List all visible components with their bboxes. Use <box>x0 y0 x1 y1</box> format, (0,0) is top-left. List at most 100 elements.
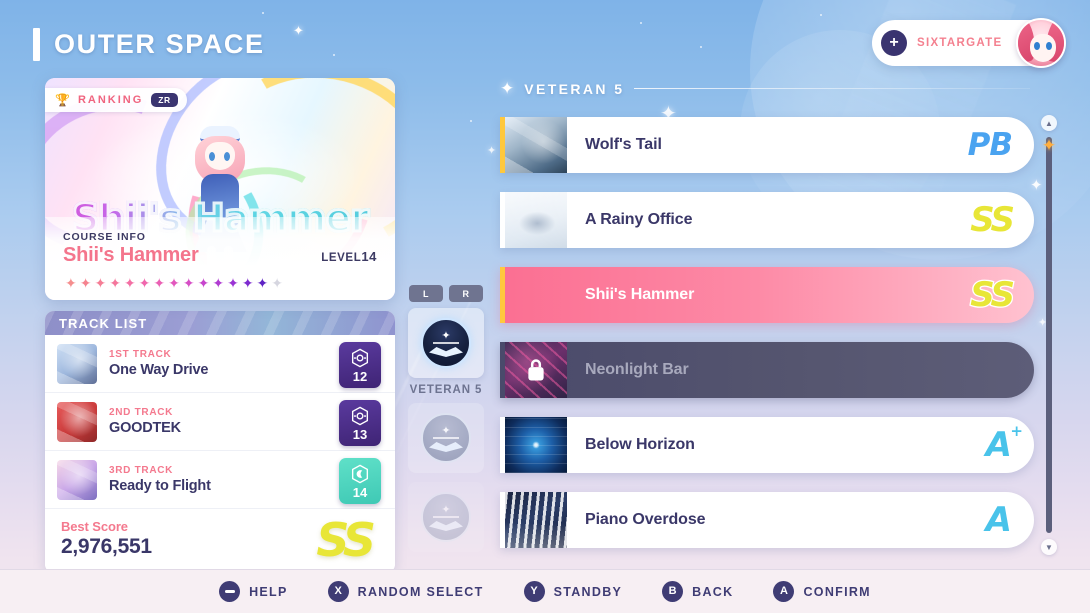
shoulder-button-l[interactable]: L <box>409 285 443 302</box>
bottom-action-label: RANDOM SELECT <box>357 584 484 599</box>
star-filled: ✦ <box>79 275 92 291</box>
tier-item-active[interactable]: ✦ <box>408 308 484 378</box>
minus-button-icon[interactable] <box>219 581 241 602</box>
sparkle-icon: ✦ <box>500 79 515 98</box>
chevron-up-icon[interactable]: ▲ <box>1041 115 1057 131</box>
page-title-text: OUTER SPACE <box>54 29 265 59</box>
tier-active-name: VETERAN 5 <box>409 384 483 396</box>
track-row[interactable]: 3RD TRACK Ready to Flight 14 <box>45 451 395 509</box>
course-level-label: LEVEL <box>321 252 362 264</box>
star-filled: ✦ <box>197 275 210 291</box>
bottom-action-label: BACK <box>692 584 734 599</box>
course-name: Shii's Hammer <box>63 244 199 266</box>
track-level-value: 13 <box>352 427 368 442</box>
tier-item-next[interactable]: ✦ <box>408 403 484 473</box>
song-row[interactable]: Below Horizon A + <box>500 417 1034 473</box>
page-title: OUTER SPACE <box>33 28 265 61</box>
song-row[interactable]: Piano Overdose A <box>500 492 1034 548</box>
star-filled: ✦ <box>168 275 180 291</box>
song-name: A Rainy Office <box>585 211 693 228</box>
star-filled: ✦ <box>241 275 254 291</box>
star-dot <box>820 14 822 16</box>
song-rank-badge: PB <box>966 126 1014 163</box>
song-section-header: ✦ VETERAN 5 <box>500 80 1030 97</box>
chevron-down-icon[interactable]: ▼ <box>1041 539 1057 555</box>
shoulder-button-r[interactable]: R <box>449 285 483 302</box>
star-empty: ✦ <box>271 275 284 291</box>
song-thumbnail <box>505 192 567 248</box>
track-level-badge: 13 <box>339 400 381 446</box>
bottom-action-random-select[interactable]: X RANDOM SELECT <box>327 581 484 602</box>
y-button-icon[interactable]: Y <box>523 581 545 602</box>
star-filled: ✦ <box>94 275 107 291</box>
player-profile-pill[interactable]: + SIXTARGATE <box>872 18 1066 68</box>
song-thumbnail <box>505 417 567 473</box>
song-name: Below Horizon <box>585 436 695 453</box>
song-rank-badge: A + <box>984 422 1024 465</box>
track-thumbnail <box>57 401 97 442</box>
zr-chip: ZR <box>151 92 178 108</box>
star-dot <box>640 22 642 24</box>
bottom-action-standby[interactable]: Y STANDBY <box>523 581 623 602</box>
course-level-value: 14 <box>361 249 377 264</box>
song-row-selected[interactable]: Shii's Hammer SS <box>500 267 1034 323</box>
track-list-header: TRACK LIST <box>45 311 395 335</box>
song-list-scrollbar[interactable]: ▲ ✦ ▼ <box>1039 115 1059 555</box>
song-section-title: VETERAN 5 <box>524 80 625 97</box>
track-rows: 1ST TRACK One Way Drive 12 2ND TRACK GOODTEK… <box>45 335 395 509</box>
bottom-action-back[interactable]: B BACK <box>662 581 733 602</box>
x-button-icon[interactable]: X <box>327 581 349 602</box>
a-button-icon[interactable]: A <box>773 581 795 602</box>
star-filled: ✦ <box>153 275 166 291</box>
song-row[interactable]: Wolf's Tail PB <box>500 117 1034 173</box>
trophy-icon: 🏆 <box>55 93 70 107</box>
track-level-badge: 12 <box>339 342 381 388</box>
track-thumbnail <box>57 459 97 500</box>
song-row-locked[interactable]: Neonlight Bar <box>500 342 1034 398</box>
song-thumbnail <box>505 117 567 173</box>
star-filled: ✦ <box>109 275 121 291</box>
sparkle-thumb-icon[interactable]: ✦ <box>1040 137 1058 155</box>
track-row[interactable]: 1ST TRACK One Way Drive 12 <box>45 335 395 393</box>
song-name: Piano Overdose <box>585 511 706 528</box>
song-rank-badge: SS <box>969 200 1016 240</box>
player-name: SIXTARGATE <box>917 37 1003 49</box>
star-dot <box>333 54 335 56</box>
bottom-action-confirm[interactable]: A CONFIRM <box>773 581 870 602</box>
star-filled: ✦ <box>256 275 269 291</box>
star-filled: ✦ <box>123 275 136 291</box>
tier-item-next-2[interactable]: ✦ <box>408 482 484 552</box>
best-score-rank: SS <box>315 512 378 569</box>
song-list: Wolf's Tail PB A Rainy Office SS Shii's Hamm… <box>500 117 1034 567</box>
header-divider-line <box>634 88 1030 89</box>
hexagon-note-icon <box>349 347 371 369</box>
song-rank-badge: SS <box>969 275 1016 315</box>
bottom-action-help[interactable]: HELP <box>219 581 288 602</box>
veteran-emblem-icon: ✦ <box>421 318 471 368</box>
avatar[interactable] <box>1016 18 1066 68</box>
tier-selector: L R ✦ VETERAN 5 ✦ ✦ <box>405 285 487 552</box>
scrollbar-track[interactable] <box>1046 137 1052 533</box>
track-row[interactable]: 2ND TRACK GOODTEK 13 <box>45 393 395 451</box>
star-dot <box>470 120 472 122</box>
song-name: Wolf's Tail <box>585 136 662 153</box>
star-filled: ✦ <box>138 275 151 291</box>
ranking-badge: 🏆 RANKING ZR <box>45 88 187 112</box>
course-info-label: COURSE INFO <box>63 231 146 243</box>
b-button-icon[interactable]: B <box>662 581 684 602</box>
song-thumbnail <box>505 492 567 548</box>
hexagon-note-icon <box>349 405 371 427</box>
best-score-section: Best Score 2,976,551 SS <box>45 509 395 573</box>
star-dot <box>700 46 702 48</box>
sparkle-decor: ✦ <box>293 23 304 38</box>
star-filled: ✦ <box>212 275 225 291</box>
star-filled: ✦ <box>227 275 239 291</box>
course-star-row: ✦ ✦ ✦ ✦ ✦ ✦ ✦ ✦ ✦ ✦ ✦ ✦ ✦ ✦ ✦ <box>63 276 377 290</box>
ranking-label: RANKING <box>77 94 144 106</box>
bottom-action-bar: HELP X RANDOM SELECT Y STANDBY B BACK A CONFIRM <box>0 569 1090 613</box>
plus-icon[interactable]: + <box>881 30 907 56</box>
song-row[interactable]: A Rainy Office SS <box>500 192 1034 248</box>
course-jacket-card[interactable]: Shii's Hammer 🏆 RANKING ZR COURSE INFO S… <box>45 78 395 300</box>
course-info: COURSE INFO Shii's Hammer LEVEL14 ✦ ✦ ✦ ✦ ✦ ✦… <box>45 217 395 300</box>
course-level: LEVEL14 <box>321 249 377 264</box>
